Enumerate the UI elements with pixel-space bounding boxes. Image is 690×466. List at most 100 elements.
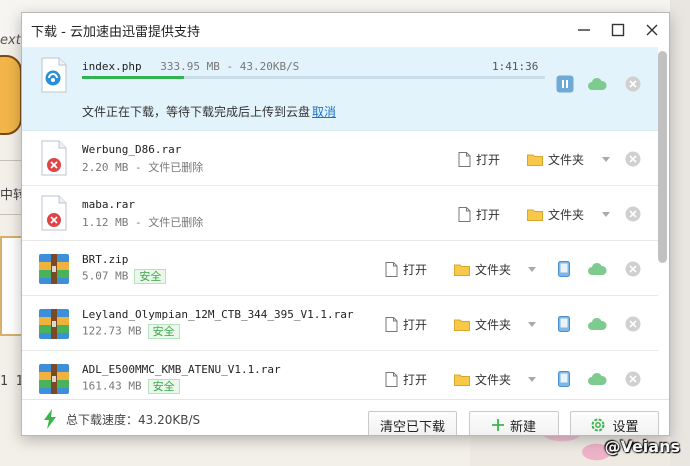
cloud-icon [588,317,607,330]
folder-dropdown-button[interactable] [522,314,542,334]
folder-dropdown-button[interactable] [522,259,542,279]
background-scrollbar [670,0,690,466]
title-bar[interactable]: 下载 - 云加速由迅雷提供支持 [22,13,669,47]
phone-icon [558,316,570,332]
file-name: Leyland_Olympian_12M_CTB_344_395_V1.1.ra… [82,308,354,321]
cloud-icon [588,262,607,275]
completed-download-row[interactable]: Leyland_Olympian_12M_CTB_344_395_V1.1.ra… [22,296,658,351]
pause-icon [556,75,574,93]
remove-button[interactable] [623,314,643,334]
chevron-down-icon [528,321,536,327]
folder-button[interactable]: 文件夹 [454,259,511,279]
dialog-title: 下载 - 云加速由迅雷提供支持 [31,24,200,40]
folder-button[interactable]: 文件夹 [454,369,511,389]
deleted-file-icon [41,140,67,176]
new-download-button[interactable]: 新建 [469,411,559,435]
open-button[interactable]: 打开 [385,314,427,334]
folder-button[interactable]: 文件夹 [527,204,584,224]
safe-badge: 安全 [147,324,180,339]
chevron-down-icon [528,376,536,382]
send-to-phone-button[interactable] [554,259,574,279]
open-button[interactable]: 打开 [385,369,427,389]
minimize-button[interactable] [567,13,601,47]
maximize-button[interactable] [601,13,635,47]
remove-button[interactable] [623,74,643,94]
open-button[interactable]: 打开 [458,149,500,169]
folder-dropdown-button[interactable] [596,204,616,224]
deleted-download-row[interactable]: Werbung_D86.rar 2.20 MB - 文件已删除 打开 文件夹 [22,131,658,186]
list-scrollbar[interactable] [658,47,667,399]
pause-button[interactable] [555,74,575,94]
completed-download-row[interactable]: ADL_E500MMC_KMB_ATENU_V1.1.rar 161.43 MB… [22,351,658,399]
folder-label: 文件夹 [475,317,512,332]
cloud-icon [588,372,607,385]
remove-circle-icon [625,261,641,277]
folder-icon [454,264,470,276]
clear-downloaded-button[interactable]: 清空已下载 [368,411,457,435]
remove-button[interactable] [623,369,643,389]
file-meta: 1.12 MB - 文件已删除 [82,216,204,229]
file-meta: 2.20 MB - 文件已删除 [82,161,204,174]
dialog-footer: 总下载速度：43.20KB/S 清空已下载 新建 设置 [22,399,669,435]
folder-button[interactable]: 文件夹 [527,149,584,169]
open-label: 打开 [403,262,428,277]
folder-icon [454,319,470,331]
remove-button[interactable] [623,204,643,224]
scrollbar-thumb[interactable] [658,51,667,263]
cloud-upload-button[interactable] [587,74,607,94]
settings-button[interactable]: 设置 [570,411,659,435]
file-size: 1.12 MB [82,216,129,229]
folder-label: 文件夹 [475,372,512,387]
safe-badge: 安全 [134,269,167,284]
close-button[interactable] [635,13,669,47]
minimize-icon [578,29,590,31]
download-dialog: 下载 - 云加速由迅雷提供支持 index.php 333.95 MB - 43… [21,12,670,436]
open-label: 打开 [476,207,501,222]
active-file-line: index.php 333.95 MB - 43.20KB/S [82,60,299,73]
open-label: 打开 [476,152,501,167]
document-icon [458,151,471,167]
send-to-phone-button[interactable] [554,369,574,389]
cloud-upload-button[interactable] [587,314,607,334]
cloud-upload-button[interactable] [587,369,607,389]
download-progress-bar [82,76,545,79]
chevron-down-icon [602,156,610,162]
file-name: maba.rar [82,198,135,211]
remove-button[interactable] [623,259,643,279]
archive-file-icon [39,309,69,339]
open-button[interactable]: 打开 [385,259,427,279]
active-download-row[interactable]: index.php 333.95 MB - 43.20KB/S 1:41:36 … [22,47,658,131]
file-meta: 161.43 MB 安全 [82,379,180,394]
cloud-upload-button[interactable] [587,259,607,279]
open-button[interactable]: 打开 [458,204,500,224]
folder-dropdown-button[interactable] [522,369,542,389]
folder-button[interactable]: 文件夹 [454,314,511,334]
cancel-link[interactable]: 取消 [312,105,336,119]
upload-status-message: 文件正在下载，等待下载完成后上传到云盘 取消 [82,103,336,120]
document-icon [385,371,398,387]
lightning-icon [44,409,56,429]
active-file-stats: 333.95 MB - 43.20KB/S [160,60,300,73]
deleted-download-row[interactable]: maba.rar 1.12 MB - 文件已删除 打开 文件夹 [22,186,658,241]
remove-circle-icon [625,206,641,222]
archive-file-icon [39,254,69,284]
deleted-status: 文件已删除 [148,216,204,229]
close-icon [646,24,658,36]
send-to-phone-button[interactable] [554,314,574,334]
folder-label: 文件夹 [475,262,512,277]
document-icon [385,316,398,332]
folder-dropdown-button[interactable] [596,149,616,169]
open-label: 打开 [403,372,428,387]
file-meta: 5.07 MB 安全 [82,269,167,284]
chevron-down-icon [602,211,610,217]
download-list: index.php 333.95 MB - 43.20KB/S 1:41:36 … [22,47,658,399]
remove-button[interactable] [623,149,643,169]
total-speed: 总下载速度：43.20KB/S [42,400,200,435]
completed-download-row[interactable]: BRT.zip 5.07 MB 安全 打开 文件夹 [22,241,658,296]
deleted-file-icon [41,195,67,231]
settings-label: 设置 [612,419,639,435]
document-icon [458,206,471,222]
folder-label: 文件夹 [548,152,585,167]
remove-circle-icon [625,371,641,387]
active-file-name: index.php [82,60,142,73]
